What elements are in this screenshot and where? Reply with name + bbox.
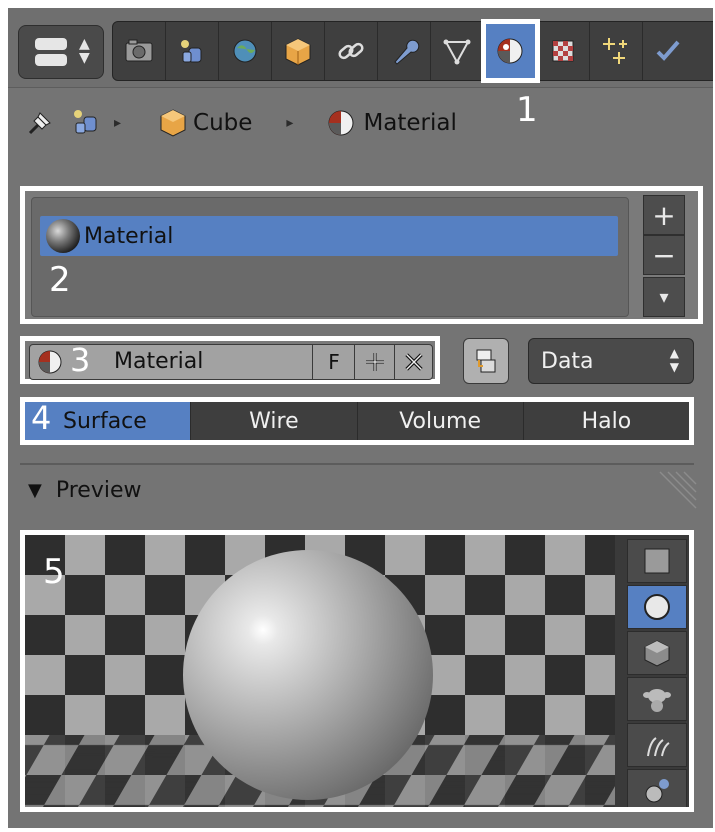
preview-cube-button[interactable] [627, 631, 687, 675]
preview-plane-button[interactable] [627, 539, 687, 583]
tab-mesh-data[interactable] [431, 22, 484, 80]
material-slots-panel: Material + − ▾ 2 [20, 186, 703, 324]
material-datablock-panel: 3 Material F [20, 336, 440, 384]
link-dropdown-value: Data [541, 348, 594, 374]
constraints-icon [338, 42, 364, 60]
tab-halo[interactable]: Halo [524, 402, 689, 440]
scene-icon [233, 39, 257, 63]
hair-icon [647, 737, 670, 757]
preview-sky-button[interactable] [627, 769, 687, 807]
editor-type-button[interactable]: ▲ ▼ [18, 25, 104, 79]
tab-surface-label: Surface [63, 408, 147, 434]
material-icon [38, 350, 62, 374]
preview-monkey-button[interactable] [627, 677, 687, 721]
cube-icon [160, 109, 186, 137]
material-icon [497, 38, 523, 64]
dropdown-arrows-icon: ▲ ▼ [669, 346, 679, 374]
divider [20, 463, 694, 465]
preview-title: Preview [55, 478, 142, 503]
material-preview: 5 [20, 530, 694, 812]
pin-icon[interactable] [24, 107, 56, 139]
unlink-material-button[interactable] [394, 345, 433, 379]
tab-render-layers[interactable] [166, 22, 219, 80]
slot-specials-button[interactable]: ▾ [643, 277, 685, 317]
preview-sphere-button[interactable] [627, 585, 687, 629]
material-slot-item[interactable]: Material [40, 216, 618, 256]
tab-constraints[interactable] [325, 22, 378, 80]
tab-material[interactable] [481, 19, 540, 83]
tab-world[interactable] [272, 22, 325, 80]
plus-icon [366, 353, 384, 371]
preview-panel-header[interactable]: ▼ Preview [28, 478, 141, 503]
breadcrumb: ▸ Cube ▸ Material [24, 103, 457, 143]
close-icon [405, 353, 423, 371]
callout-3: 3 [70, 341, 91, 379]
material-name: Material [114, 349, 204, 374]
breadcrumb-material: Material [363, 110, 457, 136]
new-material-button[interactable] [354, 345, 395, 379]
render-camera-icon [125, 39, 153, 62]
breadcrumb-object: Cube [193, 110, 253, 136]
panel-drag-grip-icon[interactable] [658, 470, 698, 510]
properties-editor: ▲ ▼ 1 ▸ Cube ▸ Material Material + − ▾ 2… [8, 8, 713, 828]
breadcrumb-separator: ▸ [114, 115, 122, 131]
material-ball-icon [46, 219, 80, 253]
tab-modifiers[interactable] [378, 22, 431, 80]
collapse-triangle-icon: ▼ [28, 480, 42, 501]
monkey-icon [643, 689, 671, 712]
tab-texture[interactable] [537, 22, 590, 80]
add-slot-button[interactable]: + [643, 195, 685, 235]
breadcrumb-separator: ▸ [286, 115, 294, 131]
preview-render [25, 535, 615, 807]
properties-header: ▲ ▼ 1 [8, 8, 713, 127]
material-datablock-field[interactable]: 3 Material F [29, 341, 433, 380]
tab-scene[interactable] [219, 22, 272, 80]
object-icon [285, 38, 311, 66]
callout-4: 4 [31, 399, 52, 437]
callout-1: 1 [516, 90, 538, 130]
context-tabs [112, 19, 713, 83]
particles-icon [603, 38, 627, 64]
editor-icon-bar-bottom [35, 54, 67, 66]
tab-physics[interactable] [643, 22, 695, 80]
mesh-data-icon [443, 39, 471, 65]
sphere-icon [644, 594, 670, 620]
tab-surface[interactable]: 4 Surface [25, 399, 192, 440]
scene-layers-icon [74, 110, 97, 134]
preview-shape-buttons [627, 539, 687, 807]
sphere-sky-icon [645, 779, 669, 803]
tab-volume[interactable]: Volume [358, 402, 524, 440]
modifiers-wrench-icon [394, 39, 420, 65]
plane-icon [644, 548, 670, 574]
fake-user-button[interactable]: F [312, 345, 355, 379]
editor-icon-bar-top [35, 38, 67, 50]
preview-hair-button[interactable] [627, 723, 687, 767]
callout-5: 5 [43, 552, 65, 592]
tab-render[interactable] [113, 22, 166, 80]
browse-material-button[interactable] [463, 338, 509, 384]
cube-icon [644, 640, 670, 667]
physics-icon [656, 40, 680, 61]
material-slot-label: Material [84, 223, 174, 249]
material-browse-icon [476, 349, 496, 373]
render-layers-icon [181, 40, 202, 63]
editor-dropdown-arrows-icon: ▲ ▼ [79, 36, 90, 66]
material-slot-list: Material [31, 197, 629, 317]
tab-wire[interactable]: Wire [191, 402, 358, 440]
tab-particles[interactable] [590, 22, 643, 80]
callout-2: 2 [49, 260, 71, 300]
material-type-tabs: 4 Surface Wire Volume Halo [20, 397, 694, 445]
material-icon [328, 110, 354, 136]
remove-slot-button[interactable]: − [643, 235, 685, 275]
texture-icon [552, 40, 574, 62]
link-dropdown[interactable]: Data ▲ ▼ [528, 338, 694, 384]
